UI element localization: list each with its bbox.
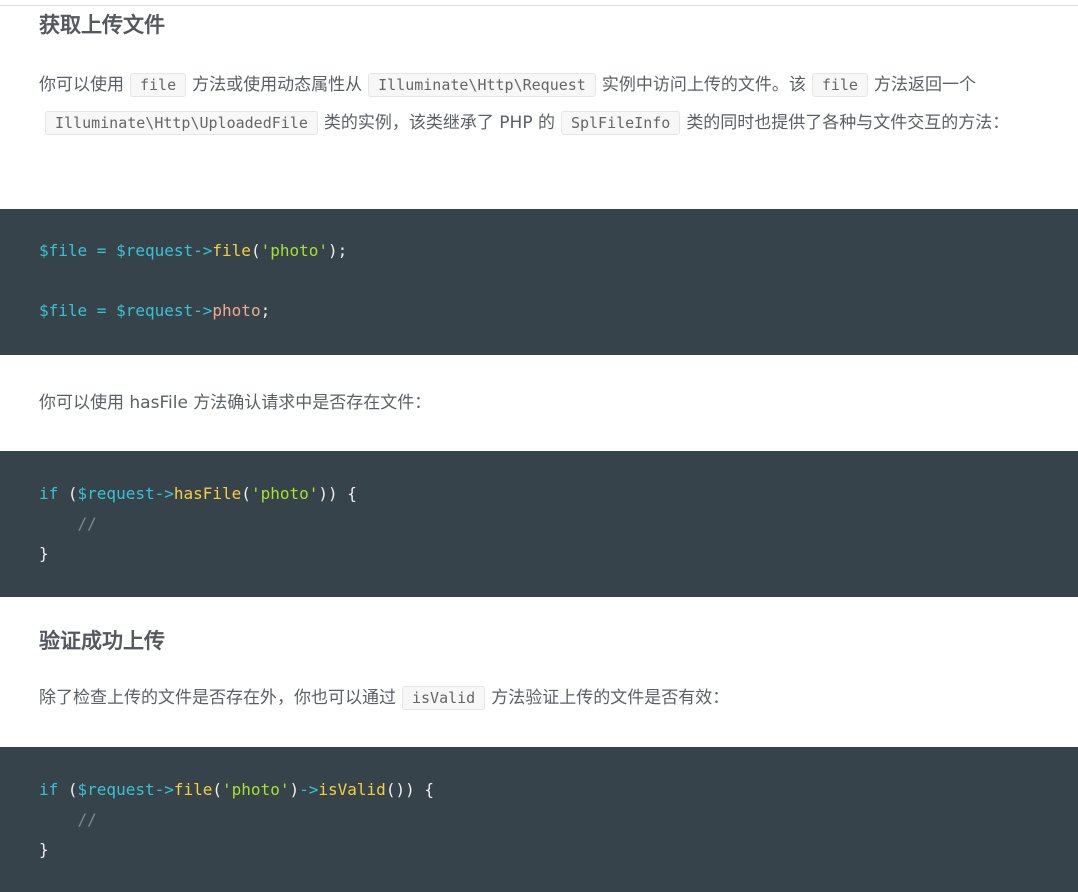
inline-code-splfileinfo: SplFileInfo (560, 111, 681, 135)
paragraph-isvalid: 除了检查上传的文件是否存在外，你也可以通过 isValid 方法验证上传的文件是否有… (39, 679, 1039, 717)
inline-code-isvalid: isValid (402, 686, 486, 710)
text: 类的同时也提供了各种与文件交互的方法： (686, 113, 1010, 133)
text: 实例中访问上传的文件。该 (601, 75, 806, 95)
text: 方法验证上传的文件是否有效： (491, 688, 730, 708)
inline-code-file: file (811, 73, 868, 97)
code-block-hasfile: if ($request->hasFile('photo')) { // } (0, 451, 1078, 597)
code-line: if ($request->hasFile('photo')) { (39, 484, 357, 503)
text: 除了检查上传的文件是否存在外，你也可以通过 (39, 688, 396, 708)
code-line: if ($request->file('photo')->isValid()) … (39, 780, 434, 799)
text: 类的实例，该类继承了 PHP 的 (323, 113, 555, 133)
code-line: // (77, 810, 97, 829)
inline-code-request-class: Illuminate\Http\Request (368, 73, 596, 97)
code-block-get-file: $file = $request->file('photo'); $file =… (0, 209, 1078, 355)
paragraph-get-uploaded-files: 你可以使用 file 方法或使用动态属性从 Illuminate\Http\Reque… (39, 66, 1039, 142)
top-divider (0, 5, 1078, 6)
paragraph-hasfile: 你可以使用 hasFile 方法确认请求中是否存在文件： (39, 393, 432, 413)
heading-get-uploaded-files: 获取上传文件 (39, 13, 165, 37)
text: 你可以使用 (39, 75, 124, 95)
code-line: $file = $request->photo; (39, 301, 271, 320)
text: 方法或使用动态属性从 (192, 75, 363, 95)
code-line: } (39, 544, 49, 563)
text: 方法返回一个 (873, 75, 976, 95)
heading-validate-upload: 验证成功上传 (39, 629, 165, 653)
code-line: } (39, 840, 49, 859)
code-line: $file = $request->file('photo'); (39, 241, 348, 260)
inline-code-uploadedfile-class: Illuminate\Http\UploadedFile (45, 111, 318, 135)
code-line: // (77, 514, 97, 533)
inline-code-file: file (130, 73, 187, 97)
code-block-isvalid: if ($request->file('photo')->isValid()) … (0, 747, 1078, 892)
